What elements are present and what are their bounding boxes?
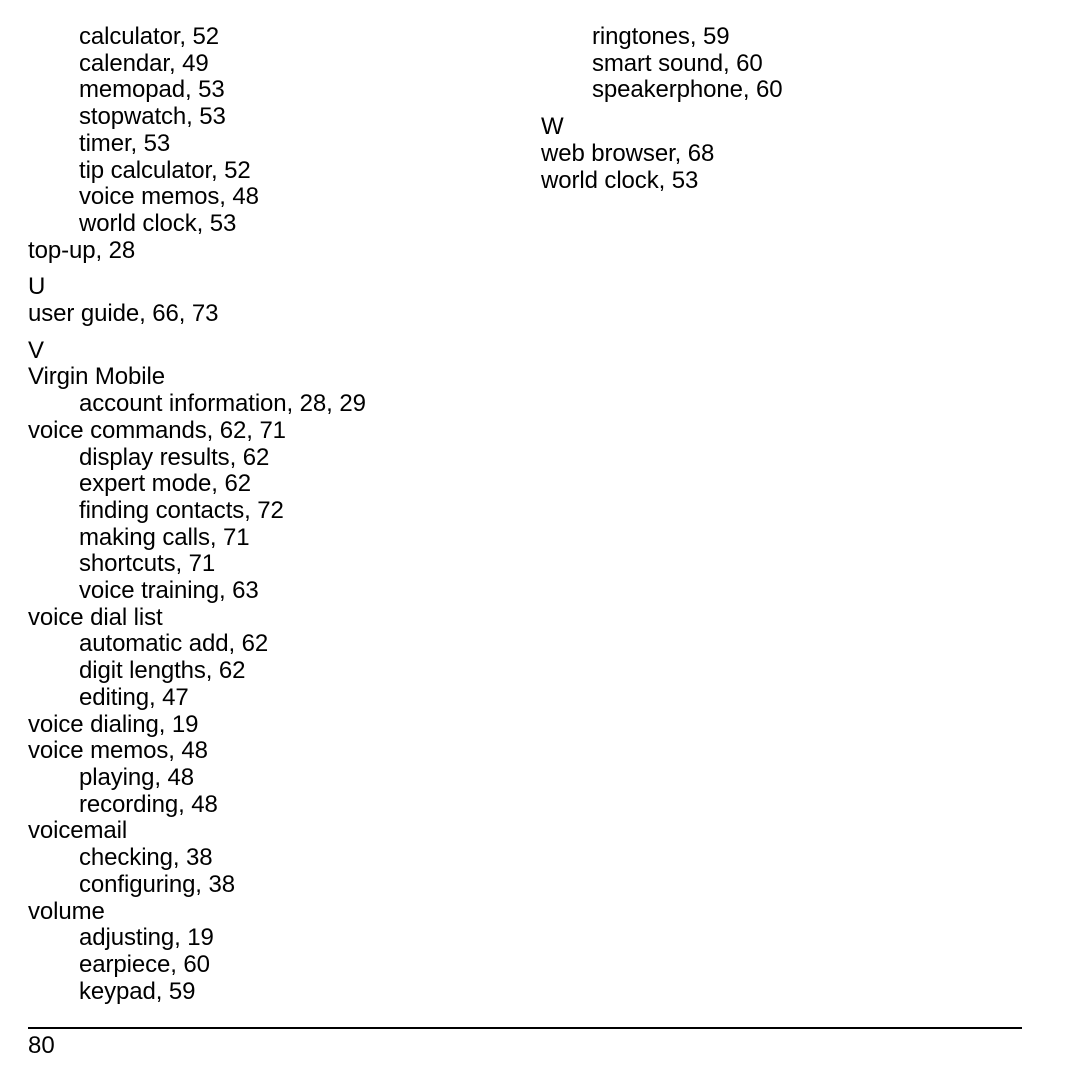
index-entry: automatic add, 62 <box>79 630 269 658</box>
index-entry: smart sound, 60 <box>592 49 763 77</box>
index-entry: display results, 62 <box>79 443 270 471</box>
index-letter-heading: W <box>541 113 564 141</box>
index-entry: account information, 28, 29 <box>79 390 366 418</box>
index-entry: memopad, 53 <box>79 76 225 104</box>
index-entry: earpiece, 60 <box>79 950 210 978</box>
index-column-left: calculator, 52 calendar, 49 memopad, 53 sto… <box>28 23 498 1005</box>
index-entry: voice training, 63 <box>79 577 259 605</box>
index-entry: top-up, 28 <box>28 236 136 264</box>
index-entry: shortcuts, 71 <box>79 550 216 578</box>
index-column-right: ringtones, 59 smart sound, 60 speakerphone… <box>541 23 1011 194</box>
index-entry: making calls, 71 <box>79 523 250 551</box>
index-entry: user guide, 66, 73 <box>28 300 219 328</box>
index-entry: world clock, 53 <box>541 166 699 194</box>
index-entry: adjusting, 19 <box>79 924 214 952</box>
index-entry: configuring, 38 <box>79 870 235 898</box>
index-page: calculator, 52 calendar, 49 memopad, 53 sto… <box>0 0 1080 1080</box>
index-entry: editing, 47 <box>79 683 189 711</box>
index-entry: voice dialing, 19 <box>28 710 199 738</box>
page-number: 80 <box>28 1032 55 1059</box>
index-entry: calculator, 52 <box>79 23 220 50</box>
index-entry: stopwatch, 53 <box>79 103 226 131</box>
index-entry: voice memos, 48 <box>28 737 208 765</box>
index-entry: checking, 38 <box>79 844 213 872</box>
index-entry: calendar, 49 <box>79 49 209 77</box>
index-letter-heading: V <box>28 336 44 364</box>
index-entry: speakerphone, 60 <box>592 76 783 104</box>
index-entry: voicemail <box>28 817 128 845</box>
footer-divider-rule <box>28 1027 1022 1029</box>
index-entry: finding contacts, 72 <box>79 496 284 524</box>
index-entry: Virgin Mobile <box>28 363 165 391</box>
index-entry: keypad, 59 <box>79 977 196 1005</box>
index-entry: volume <box>28 897 105 925</box>
index-entry: expert mode, 62 <box>79 470 251 498</box>
index-entry: voice dial list <box>28 603 163 631</box>
index-entry: tip calculator, 52 <box>79 156 251 184</box>
index-entry: web browser, 68 <box>541 139 715 167</box>
index-entry: digit lengths, 62 <box>79 657 246 685</box>
index-entry: ringtones, 59 <box>592 23 730 50</box>
index-entry: playing, 48 <box>79 763 194 791</box>
index-entry: world clock, 53 <box>79 209 237 237</box>
index-entry: recording, 48 <box>79 790 218 818</box>
index-entry: voice memos, 48 <box>79 183 259 211</box>
index-entry: voice commands, 62, 71 <box>28 416 286 444</box>
index-entry: timer, 53 <box>79 129 171 157</box>
index-letter-heading: U <box>28 273 46 301</box>
